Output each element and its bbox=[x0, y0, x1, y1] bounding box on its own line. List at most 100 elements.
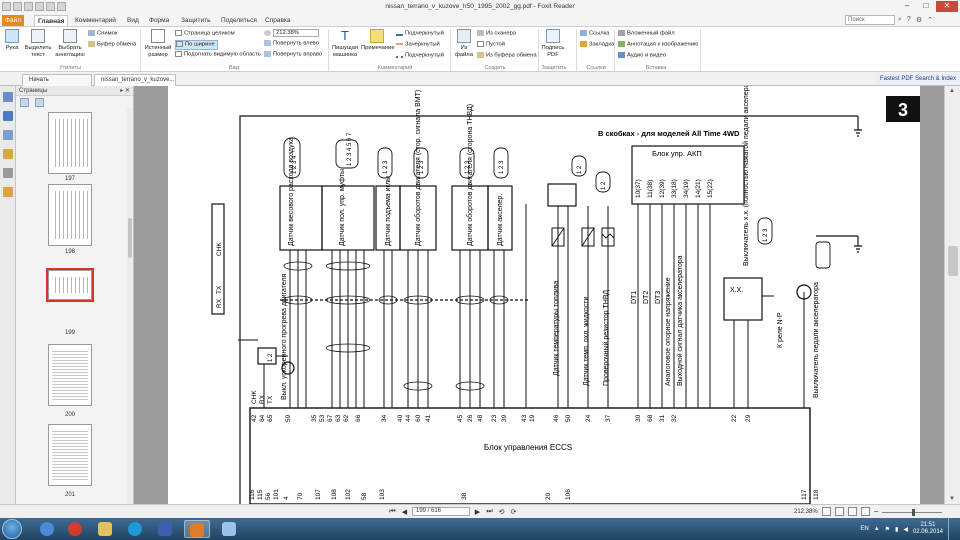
strikeout-button[interactable]: Зачеркнутый bbox=[396, 41, 440, 49]
single-page-view-icon[interactable] bbox=[821, 507, 831, 516]
rotate-right-button[interactable]: Повернуть вправо bbox=[264, 51, 322, 59]
from-file-button[interactable]: Из файла bbox=[453, 29, 475, 58]
layers-icon[interactable] bbox=[2, 130, 13, 140]
tab-file[interactable]: Файл bbox=[2, 15, 24, 26]
scroll-up-icon[interactable]: ▲ bbox=[949, 88, 955, 94]
zoom-slider[interactable] bbox=[882, 509, 942, 516]
search-icon[interactable]: ⌕ bbox=[898, 16, 902, 24]
audio-video-button[interactable]: Аудио и видео bbox=[618, 52, 666, 60]
taskbar-app-folder[interactable] bbox=[92, 520, 118, 538]
rotate-left-button[interactable]: Повернуть влево bbox=[264, 40, 319, 48]
start-button[interactable] bbox=[2, 519, 22, 539]
snapshot-button[interactable]: Снимок bbox=[88, 30, 117, 38]
sign-pdf-button[interactable]: Подпись PDF bbox=[541, 29, 565, 58]
squiggly-button[interactable]: Подчеркнутый bbox=[396, 52, 444, 60]
maximize-button[interactable]: □ bbox=[917, 1, 935, 12]
back-icon[interactable]: ⟲ bbox=[497, 508, 506, 516]
settings-icon[interactable]: ⚙ bbox=[916, 16, 922, 24]
comments-icon[interactable] bbox=[2, 149, 13, 159]
tab-help[interactable]: Справка bbox=[262, 15, 294, 26]
continuous-view-icon[interactable] bbox=[834, 507, 844, 516]
fit-page-button[interactable]: Страница целиком bbox=[175, 30, 235, 38]
page-options-icon[interactable] bbox=[20, 98, 29, 107]
attachments-icon[interactable] bbox=[2, 168, 13, 178]
taskbar-app-paint[interactable] bbox=[216, 520, 242, 538]
tab-home[interactable]: Главная bbox=[34, 15, 69, 26]
group-label-insert: Вставка bbox=[645, 65, 667, 71]
hand-tool-button[interactable]: Рука bbox=[3, 29, 21, 52]
help-icon[interactable]: ? bbox=[907, 16, 911, 24]
first-page-icon[interactable]: ⏮ bbox=[388, 508, 397, 516]
underline-button[interactable]: Подчеркнутый bbox=[396, 30, 444, 38]
scrollbar-thumb[interactable] bbox=[948, 246, 958, 276]
last-page-icon[interactable]: ⏭ bbox=[485, 508, 494, 516]
thumbnail-size-icon[interactable] bbox=[35, 98, 44, 107]
bookmarks-icon[interactable] bbox=[2, 92, 13, 102]
close-button[interactable]: ✕ bbox=[936, 1, 958, 12]
minimize-button[interactable]: – bbox=[898, 1, 916, 12]
scroll-down-icon[interactable]: ▼ bbox=[949, 496, 955, 502]
page-thumbnail[interactable] bbox=[48, 344, 92, 406]
tab-document[interactable]: nissan_terrano_v_kuzove... bbox=[94, 74, 176, 86]
typewriter-button[interactable]: T Пишущая машинка bbox=[331, 29, 359, 58]
scrollbar-thumb[interactable] bbox=[128, 218, 132, 258]
from-scanner-button[interactable]: Из сканера bbox=[477, 30, 516, 38]
bookmark-button[interactable]: Закладка bbox=[580, 41, 614, 49]
facing-view-icon[interactable] bbox=[847, 507, 857, 516]
actual-size-button[interactable]: Истинный размер bbox=[144, 29, 172, 58]
flag-icon[interactable]: ⚑ bbox=[885, 526, 890, 533]
taskbar-app-foxit[interactable] bbox=[184, 520, 210, 538]
panel-controls-icon[interactable]: ▸ ✕ bbox=[120, 86, 130, 96]
tab-start[interactable]: Начать bbox=[22, 74, 92, 86]
pages-scrollbar[interactable] bbox=[127, 108, 133, 517]
clipboard-button[interactable]: Буфер обмена bbox=[88, 41, 136, 49]
zoom-combo[interactable]: 212.38% bbox=[264, 29, 319, 38]
tab-comment[interactable]: Комментарий bbox=[72, 15, 119, 26]
pages-icon[interactable] bbox=[2, 111, 13, 121]
continuous-facing-view-icon[interactable] bbox=[860, 507, 870, 516]
tab-share[interactable]: Поделиться bbox=[218, 15, 260, 26]
page-number-input[interactable]: 199 / 616 bbox=[412, 507, 470, 516]
fit-visible-button[interactable]: Подогнать видимую область bbox=[175, 51, 261, 59]
page-thumbnail[interactable] bbox=[48, 424, 92, 486]
blank-button[interactable]: Пустой bbox=[477, 41, 505, 49]
taskbar-app-explorer[interactable] bbox=[34, 520, 60, 538]
taskbar-app-skype[interactable] bbox=[122, 520, 148, 538]
next-page-icon[interactable]: ▶ bbox=[473, 508, 482, 516]
clock[interactable]: 21:51 02.06.2014 bbox=[913, 522, 943, 536]
document-view[interactable]: 3 В скобках - для моделей All Time 4WD Б… bbox=[134, 86, 944, 504]
page-thumbnail[interactable] bbox=[48, 112, 92, 174]
group-label-protect: Защитить bbox=[541, 65, 567, 71]
security-icon[interactable] bbox=[2, 187, 13, 197]
tray-expand-icon[interactable]: ▲ bbox=[874, 526, 880, 532]
select-annotation-button[interactable]: Выбрать аннотацию bbox=[54, 29, 86, 58]
note-button[interactable]: Примечание bbox=[361, 29, 395, 52]
fastpdf-banner[interactable]: Fastest PDF Search & Index bbox=[876, 73, 960, 85]
taskbar-app-save[interactable] bbox=[152, 520, 178, 538]
language-indicator[interactable]: EN bbox=[860, 526, 868, 532]
zoom-out-icon[interactable]: − bbox=[874, 507, 879, 516]
attached-file-button[interactable]: Вложенный файл bbox=[618, 30, 675, 38]
search-input[interactable]: Поиск bbox=[845, 15, 895, 25]
from-clipboard-button[interactable]: Из буфера обмена bbox=[477, 52, 537, 60]
prev-page-icon[interactable]: ◀ bbox=[400, 508, 409, 516]
fit-width-button[interactable]: По ширине bbox=[175, 40, 218, 50]
link-button[interactable]: Ссылка bbox=[580, 30, 610, 38]
tab-form[interactable]: Форма bbox=[146, 15, 172, 26]
volume-icon[interactable]: ◀ bbox=[903, 526, 908, 533]
tab-protect[interactable]: Защитить bbox=[178, 15, 214, 26]
select-text-button[interactable]: Выделить текст bbox=[24, 29, 52, 58]
forward-icon[interactable]: ⟳ bbox=[509, 508, 518, 516]
network-icon[interactable]: ▮ bbox=[895, 526, 898, 533]
kn-p-label: К реле N-P bbox=[777, 312, 784, 348]
tab-view[interactable]: Вид bbox=[124, 15, 142, 26]
minimize-ribbon-icon[interactable]: ⌃ bbox=[927, 16, 933, 24]
zoom-input[interactable]: 212.38% bbox=[273, 29, 319, 37]
document-scrollbar[interactable]: ▲ ▼ bbox=[944, 86, 960, 504]
image-annotation-button[interactable]: Аннотация к изображению bbox=[618, 41, 698, 49]
zoom-slider-knob[interactable] bbox=[912, 509, 915, 516]
taskbar-app-opera[interactable] bbox=[62, 520, 88, 538]
show-desktop-button[interactable] bbox=[948, 518, 956, 540]
page-thumbnail[interactable] bbox=[48, 184, 92, 246]
page-thumbnail-selected[interactable] bbox=[46, 268, 94, 302]
